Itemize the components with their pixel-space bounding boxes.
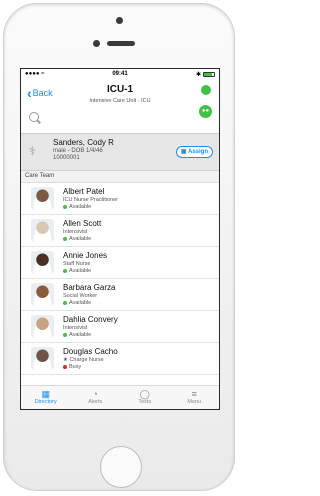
list-item[interactable]: Albert Patel ICU Nurse Practitioner Availa… xyxy=(21,183,219,215)
status-label: Available xyxy=(69,236,92,242)
nav-bar: ‹ Back ICU-1 Intensive Care Unit - ICU xyxy=(21,81,219,111)
member-role: ICU Nurse Practitioner xyxy=(63,197,119,203)
member-status: Available xyxy=(63,300,91,306)
front-camera xyxy=(116,17,123,24)
member-name: Douglas Cacho xyxy=(63,347,118,356)
status-label: Available xyxy=(69,268,92,274)
sensor-dot xyxy=(93,40,100,47)
assign-label: Assign xyxy=(187,149,208,155)
member-role: Social Worker xyxy=(63,293,98,299)
patient-details: male - DOB 1/4/46 xyxy=(53,148,103,154)
page-subtitle: Intensive Care Unit - ICU xyxy=(89,98,151,104)
patient-card[interactable]: ⚕ Sanders, Cody R male - DOB 1/4/46 1000… xyxy=(21,133,219,171)
status-dot-icon xyxy=(63,301,67,305)
tab-texts[interactable]: ◯ Texts xyxy=(120,386,170,409)
patient-bed-icon: ⚕ xyxy=(29,144,36,158)
status-dot-icon xyxy=(63,365,67,369)
status-label: Available xyxy=(69,300,92,306)
patient-info: male - DOB 1/4/46 10000001 xyxy=(53,148,103,162)
status-dot-icon xyxy=(63,237,67,241)
battery-icon xyxy=(203,72,215,77)
member-name: Allen Scott xyxy=(63,219,102,228)
care-team-list: Albert Patel ICU Nurse Practitioner Availa… xyxy=(21,183,219,375)
member-status: Busy xyxy=(63,364,81,370)
patient-name: Sanders, Cody R xyxy=(53,138,114,147)
patient-mrn: 10000001 xyxy=(53,155,80,161)
list-item[interactable]: Douglas Cacho ★ Charge Nurse Busy xyxy=(21,343,219,375)
member-role: Intensivist xyxy=(63,325,88,331)
list-item[interactable]: Annie Jones Staff Nurse Available xyxy=(21,247,219,279)
status-label: Available xyxy=(69,332,92,338)
tab-alerts[interactable]: ◔ Alerts xyxy=(71,386,121,409)
tab-menu[interactable]: ≡ Menu xyxy=(170,386,220,409)
search-row: ●● xyxy=(21,105,219,133)
home-button[interactable] xyxy=(100,446,142,488)
avatar xyxy=(31,347,54,370)
clock: 09:41 xyxy=(112,71,128,77)
member-name: Dahlia Convery xyxy=(63,315,118,324)
list-item[interactable]: Barbara Garza Social Worker Available xyxy=(21,279,219,311)
member-role: Intensivist xyxy=(63,229,88,235)
earpiece-speaker xyxy=(107,41,135,46)
assign-button[interactable]: ▣ Assign xyxy=(175,146,213,158)
status-bar: ●●●● ≈ 09:41 ✱ xyxy=(21,69,219,81)
member-role: Staff Nurse xyxy=(63,261,91,267)
tab-label: Alerts xyxy=(88,399,103,405)
member-name: Barbara Garza xyxy=(63,283,116,292)
avatar xyxy=(31,251,54,274)
bluetooth-icon: ✱ xyxy=(195,72,201,78)
search-icon[interactable] xyxy=(29,112,39,122)
status-dot-icon xyxy=(63,269,67,273)
page-title: ICU-1 xyxy=(106,84,134,95)
avatar xyxy=(31,187,54,210)
menu-icon: ≡ xyxy=(191,389,197,399)
directory-icon: ▦ xyxy=(41,389,50,399)
assign-icon: ▣ xyxy=(180,149,187,155)
avatar xyxy=(31,219,54,242)
app-screen: ●●●● ≈ 09:41 ✱ ‹ Back ICU-1 Intensive Ca… xyxy=(20,68,220,410)
team-icon[interactable]: ●● xyxy=(199,105,212,118)
status-label: Busy xyxy=(69,364,82,370)
tab-label: Directory xyxy=(34,399,57,405)
list-item[interactable]: Dahlia Convery Intensivist Available xyxy=(21,311,219,343)
battery-area: ✱ xyxy=(196,71,215,78)
member-status: Available xyxy=(63,204,91,210)
texts-icon: ◯ xyxy=(139,389,150,399)
avatar xyxy=(31,283,54,306)
tab-label: Menu xyxy=(187,399,202,405)
member-name: Albert Patel xyxy=(63,187,105,196)
tab-directory[interactable]: ▦ Directory xyxy=(21,386,71,409)
member-role: ★ Charge Nurse xyxy=(63,357,104,363)
avatar xyxy=(31,315,54,338)
tab-bar: ▦ Directory ◔ Alerts ◯ Texts ≡ Menu xyxy=(21,385,219,409)
status-dot-icon xyxy=(63,333,67,337)
presence-status-icon[interactable] xyxy=(201,85,211,95)
member-status: Available xyxy=(63,332,91,338)
tab-label: Texts xyxy=(138,399,152,405)
member-status: Available xyxy=(63,268,91,274)
status-dot-icon xyxy=(63,205,67,209)
section-header: Care Team xyxy=(21,171,219,183)
member-status: Available xyxy=(63,236,91,242)
status-label: Available xyxy=(69,204,92,210)
alerts-icon: ◔ xyxy=(92,389,98,399)
list-item[interactable]: Allen Scott Intensivist Available xyxy=(21,215,219,247)
member-name: Annie Jones xyxy=(63,251,108,260)
